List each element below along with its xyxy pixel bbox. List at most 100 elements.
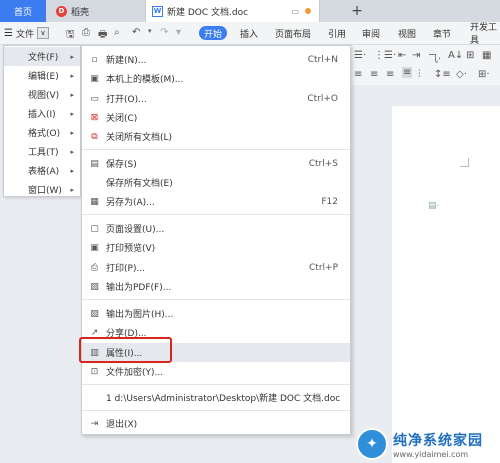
- file-menu: ▫ 新建(N)... Ctrl+N ▣ 本机上的模板(M)... ▭ 打开(O)... C…: [81, 45, 351, 435]
- chevron-right-icon: ▸: [70, 71, 74, 80]
- cell-border-icon[interactable]: ⊞·: [478, 69, 490, 80]
- toolbar: ☰ 文件 ∨ 🖫 ⎙ 🖶 ⌕ ↶ ▾ ↷ ▾ 开始 插入 页面布局 引用 审阅 …: [0, 22, 500, 46]
- menu-item-exit[interactable]: ⇥ 退出(X): [82, 414, 350, 433]
- align-left-icon[interactable]: ≡: [354, 69, 362, 80]
- distributed-icon[interactable]: ⫶: [418, 69, 421, 80]
- menu-item-shortcut: Ctrl+S: [308, 158, 338, 169]
- sort-icon[interactable]: A↓: [448, 50, 463, 61]
- paragraph-options-icon[interactable]: ▤·: [428, 201, 439, 211]
- menu-item-label: 保存(S): [106, 160, 137, 170]
- menu-item-print[interactable]: ⎙ 打印(P)... Ctrl+P: [82, 258, 350, 277]
- menu-item-save-as[interactable]: ▦ 另存为(A)... F12: [82, 192, 350, 211]
- undo-dropdown-icon[interactable]: ▾: [148, 27, 152, 35]
- save-quick-icon[interactable]: 🖫: [66, 27, 75, 44]
- decrease-indent-icon[interactable]: ⇤: [398, 50, 406, 61]
- document-page[interactable]: [392, 106, 500, 463]
- menu-item-new[interactable]: ▫ 新建(N)... Ctrl+N: [82, 50, 350, 69]
- align-right-icon[interactable]: ≡: [386, 69, 394, 80]
- menu-item-local-templates[interactable]: ▣ 本机上的模板(M)...: [82, 69, 350, 88]
- print-setup-quick-icon[interactable]: ⎙: [82, 27, 90, 38]
- menu-item-label: 另存为(A)...: [106, 198, 155, 208]
- chevron-down-icon[interactable]: ∨: [36, 27, 49, 39]
- tab-start[interactable]: 开始: [199, 26, 228, 40]
- watermark-logo-icon: ✦: [356, 428, 388, 460]
- tab-document[interactable]: W 新建 DOC 文档.doc ▭: [145, 0, 320, 22]
- tab-insert[interactable]: 插入: [240, 26, 258, 40]
- menu-item-save-all[interactable]: 保存所有文档(E): [82, 173, 350, 192]
- menu-item-close[interactable]: ⊠ 关闭(C): [82, 108, 350, 127]
- tab-document-label: 新建 DOC 文档.doc: [167, 7, 249, 18]
- justify-icon[interactable]: ≡: [402, 67, 413, 78]
- border-icon[interactable]: ▦: [482, 50, 491, 61]
- submenu-item-label: 工具(T): [28, 148, 59, 158]
- watermark-title: 纯净系统家园: [393, 432, 483, 449]
- chevron-right-icon: ▸: [70, 185, 74, 194]
- save-as-icon: ▦: [90, 196, 99, 207]
- numbered-list-icon[interactable]: ⋮☰·: [374, 50, 396, 61]
- open-folder-icon: ▭: [90, 93, 99, 104]
- file-menu-button[interactable]: ☰ 文件 ∨: [4, 25, 49, 41]
- site-watermark: ✦ 纯净系统家园 www.yidaimei.com: [356, 425, 500, 463]
- submenu-item-label: 编辑(E): [28, 72, 59, 82]
- undo-icon[interactable]: ↶: [132, 27, 140, 38]
- chinese-layout-icon[interactable]: ⺄·: [428, 50, 441, 65]
- menu-item-encrypt[interactable]: ⊡ 文件加密(Y)...: [82, 362, 350, 381]
- tab-daoke[interactable]: D 稻壳: [50, 0, 142, 22]
- submenu-item-table[interactable]: 表格(A) ▸: [4, 161, 80, 180]
- menu-item-label: 保存所有文档(E): [106, 179, 173, 189]
- menu-item-label: 输出为图片(H)...: [106, 310, 174, 320]
- menu-item-close-all[interactable]: ⧉ 关闭所有文档(L): [82, 127, 350, 146]
- tab-chapter[interactable]: 章节: [433, 26, 451, 40]
- tab-references[interactable]: 引用: [328, 26, 346, 40]
- new-file-icon: ▫: [91, 54, 98, 65]
- submenu-item-label: 视图(V): [28, 91, 60, 101]
- menu-item-open[interactable]: ▭ 打开(O)... Ctrl+O: [82, 89, 350, 108]
- page-setup-icon: ▢: [90, 223, 99, 234]
- menu-item-label: 文件加密(Y)...: [106, 368, 164, 378]
- menu-item-save[interactable]: ▤ 保存(S) Ctrl+S: [82, 154, 350, 173]
- more-quick-icon[interactable]: ▾: [176, 27, 181, 38]
- show-marks-icon[interactable]: ⊞: [466, 50, 474, 61]
- chevron-right-icon: ▸: [70, 52, 74, 61]
- tab-review[interactable]: 审阅: [362, 26, 380, 40]
- menu-item-export-image[interactable]: ▨ 输出为图片(H)...: [82, 304, 350, 323]
- new-tab-button[interactable]: +: [345, 0, 369, 22]
- increase-indent-icon[interactable]: ⇥: [412, 50, 420, 61]
- submenu-item-format[interactable]: 格式(O) ▸: [4, 123, 80, 142]
- properties-highlight-box: [79, 337, 172, 363]
- menu-separator: [82, 149, 350, 150]
- file-menu-label: 文件: [15, 29, 34, 40]
- line-spacing-icon[interactable]: ↕≡: [434, 69, 451, 80]
- submenu-item-window[interactable]: 窗口(W) ▸: [4, 180, 80, 199]
- tab-view[interactable]: 视图: [398, 26, 416, 40]
- menu-item-recent-file[interactable]: 1 d:\Users\Administrator\Desktop\新建 DOC …: [82, 388, 350, 407]
- chevron-right-icon: ▸: [70, 166, 74, 175]
- submenu-item-label: 窗口(W): [28, 186, 62, 196]
- menu-item-page-setup[interactable]: ▢ 页面设置(U)...: [82, 219, 350, 238]
- tab-page-layout[interactable]: 页面布局: [275, 26, 311, 40]
- preview-quick-icon[interactable]: ⌕: [114, 27, 120, 38]
- align-center-icon[interactable]: ≡: [370, 69, 378, 80]
- menu-item-shortcut: Ctrl+O: [307, 93, 338, 104]
- submenu-item-label: 格式(O): [28, 129, 61, 139]
- shading-icon[interactable]: ◇·: [456, 69, 467, 80]
- redo-icon[interactable]: ↷: [160, 27, 168, 38]
- tab-home[interactable]: 首页: [0, 0, 46, 22]
- menu-item-label: 打印(P)...: [106, 264, 146, 274]
- classic-menu: 文件(F) ▸ 编辑(E) ▸ 视图(V) ▸ 插入(I) ▸ 格式(O) ▸ 工具(T)…: [3, 45, 81, 197]
- submenu-item-view[interactable]: 视图(V) ▸: [4, 85, 80, 104]
- exit-icon: ⇥: [90, 418, 99, 429]
- menu-item-label: 页面设置(U)...: [106, 225, 165, 235]
- submenu-item-insert[interactable]: 插入(I) ▸: [4, 104, 80, 123]
- print-quick-icon[interactable]: 🖶: [98, 27, 107, 44]
- bullet-list-icon[interactable]: ☰·: [354, 50, 366, 61]
- monitor-icon[interactable]: ▭: [291, 7, 299, 16]
- submenu-item-file[interactable]: 文件(F) ▸: [4, 47, 80, 66]
- menu-item-export-pdf[interactable]: ▧ 输出为PDF(F)...: [82, 277, 350, 296]
- submenu-item-tools[interactable]: 工具(T) ▸: [4, 142, 80, 161]
- submenu-item-edit[interactable]: 编辑(E) ▸: [4, 66, 80, 85]
- menu-item-print-preview[interactable]: ▣ 打印预览(V): [82, 238, 350, 257]
- encrypt-icon: ⊡: [90, 366, 99, 377]
- page-margin-corner: [460, 158, 469, 167]
- tab-developer[interactable]: 开发工具: [470, 23, 500, 46]
